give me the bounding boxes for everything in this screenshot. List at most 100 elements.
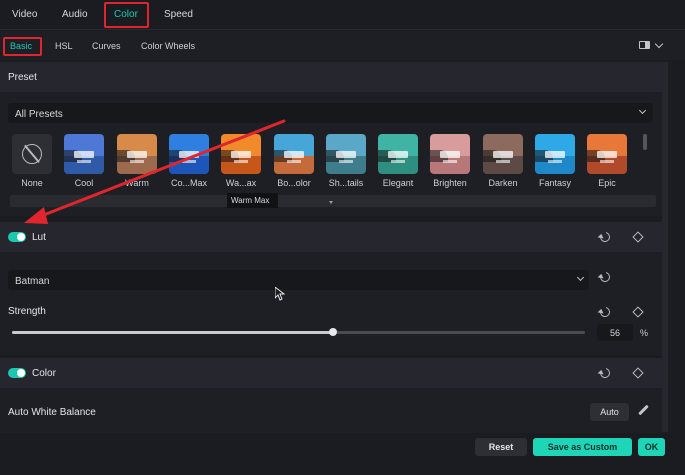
preset-thumb-text — [179, 151, 199, 158]
preset-name: Bo...olor — [277, 178, 311, 188]
toggle-knob — [17, 369, 25, 377]
reset-icon[interactable] — [598, 366, 612, 380]
strength-slider-fill — [12, 331, 333, 334]
top-tab-bar: Video Audio Color Speed — [0, 0, 685, 30]
preset-thumb — [169, 134, 209, 174]
preset-thumb — [378, 134, 418, 174]
color-panel — [0, 388, 668, 433]
preset-item[interactable]: Cool — [64, 134, 104, 188]
preset-name: Cool — [74, 178, 94, 188]
auto-white-balance-button[interactable]: Auto — [590, 403, 629, 421]
tab-audio[interactable]: Audio — [62, 9, 88, 20]
save-as-custom-button[interactable]: Save as Custom — [533, 438, 632, 456]
scroll-down-icon — [329, 201, 333, 204]
preset-thumb-text — [545, 151, 565, 158]
preset-thumb-text — [597, 151, 617, 158]
lut-dropdown[interactable]: Batman — [8, 270, 589, 290]
preset-name: Elegant — [382, 178, 414, 188]
keyframe-icon[interactable] — [632, 231, 644, 243]
preset-item[interactable]: Fantasy — [535, 134, 575, 188]
preset-thumb-subtext — [182, 160, 196, 163]
preset-thumb-text — [74, 151, 94, 158]
preset-thumb-subtext — [600, 160, 614, 163]
chevron-down-icon — [638, 106, 647, 115]
preset-scrollbar-thumb[interactable] — [643, 134, 647, 150]
preset-thumb — [117, 134, 157, 174]
preset-thumb — [64, 134, 104, 174]
preset-name: Sh...tails — [328, 178, 364, 188]
split-view-icon[interactable] — [639, 41, 650, 49]
preset-thumb-subtext — [287, 160, 301, 163]
tab-hsl[interactable]: HSL — [55, 41, 73, 51]
preset-section-header: Preset — [0, 62, 668, 92]
lut-toggle[interactable] — [8, 232, 26, 242]
preset-item[interactable]: Darken — [483, 134, 523, 188]
strength-unit: % — [640, 328, 649, 338]
strength-value-field[interactable]: 56 — [597, 324, 633, 341]
strength-slider-handle[interactable] — [329, 328, 337, 336]
preset-item[interactable]: None — [12, 134, 52, 188]
preset-scrollbar[interactable] — [10, 195, 656, 207]
preset-tooltip: Warm Max — [227, 193, 278, 208]
preset-thumb-subtext — [391, 160, 405, 163]
lut-title: Lut — [32, 232, 46, 243]
strength-label: Strength — [8, 306, 46, 317]
preset-name: Wa...ax — [225, 178, 257, 188]
auto-white-balance-label: Auto White Balance — [8, 407, 96, 418]
preset-title: Preset — [8, 72, 37, 83]
preset-item[interactable]: Elegant — [378, 134, 418, 188]
preset-thumb-subtext — [339, 160, 353, 163]
sub-tab-bar: Basic HSL Curves Color Wheels — [0, 31, 685, 60]
preset-thumb — [274, 134, 314, 174]
toggle-knob — [17, 233, 25, 241]
preset-thumb — [221, 134, 261, 174]
tab-video[interactable]: Video — [12, 9, 37, 20]
color-toggle[interactable] — [8, 368, 26, 378]
preset-item[interactable]: Warm — [117, 134, 157, 188]
ok-button[interactable]: OK — [638, 438, 665, 456]
preset-category-value: All Presets — [15, 109, 63, 120]
reset-button[interactable]: Reset — [475, 438, 527, 456]
preset-thumb-subtext — [496, 160, 510, 163]
preset-thumb — [587, 134, 627, 174]
preset-thumb-subtext — [548, 160, 562, 163]
color-title: Color — [32, 368, 56, 379]
preset-thumb-text — [336, 151, 356, 158]
preset-category-dropdown[interactable]: All Presets — [8, 103, 653, 123]
preset-name: Epic — [598, 178, 616, 188]
preset-item[interactable]: Sh...tails — [326, 134, 366, 188]
preset-item[interactable]: Brighten — [430, 134, 470, 188]
color-tab-highlight — [104, 2, 149, 28]
preset-thumb-subtext — [77, 160, 91, 163]
lut-value: Batman — [15, 276, 50, 287]
preset-thumb — [430, 134, 470, 174]
preset-item[interactable]: Bo...olor — [274, 134, 314, 188]
preset-thumb — [483, 134, 523, 174]
strength-slider[interactable] — [12, 331, 585, 334]
preset-name: Co...Max — [170, 178, 207, 188]
preset-item[interactable]: Epic — [587, 134, 627, 188]
preset-thumb-text — [440, 151, 460, 158]
preset-name: Fantasy — [538, 178, 571, 188]
chevron-down-icon — [576, 273, 585, 282]
preset-thumb — [326, 134, 366, 174]
lut-panel — [0, 252, 668, 355]
tab-color-wheels[interactable]: Color Wheels — [141, 41, 195, 51]
tab-curves[interactable]: Curves — [92, 41, 121, 51]
preset-thumb-text — [388, 151, 408, 158]
mouse-cursor-icon — [275, 287, 285, 301]
preset-item[interactable]: Wa...ax — [221, 134, 261, 188]
keyframe-icon[interactable] — [632, 367, 644, 379]
preset-name: Brighten — [433, 178, 467, 188]
tab-speed[interactable]: Speed — [164, 9, 193, 20]
panel-scrollbar[interactable] — [662, 62, 668, 432]
preset-name: Darken — [488, 178, 518, 188]
preset-item[interactable]: Co...Max — [169, 134, 209, 188]
preset-thumb-text — [231, 151, 251, 158]
preset-thumb-subtext — [130, 160, 144, 163]
reset-icon[interactable] — [598, 230, 612, 244]
preset-thumb-subtext — [443, 160, 457, 163]
none-preset-thumb — [12, 134, 52, 174]
preset-name: Warm — [125, 178, 149, 188]
color-section-header: Color — [0, 358, 668, 388]
